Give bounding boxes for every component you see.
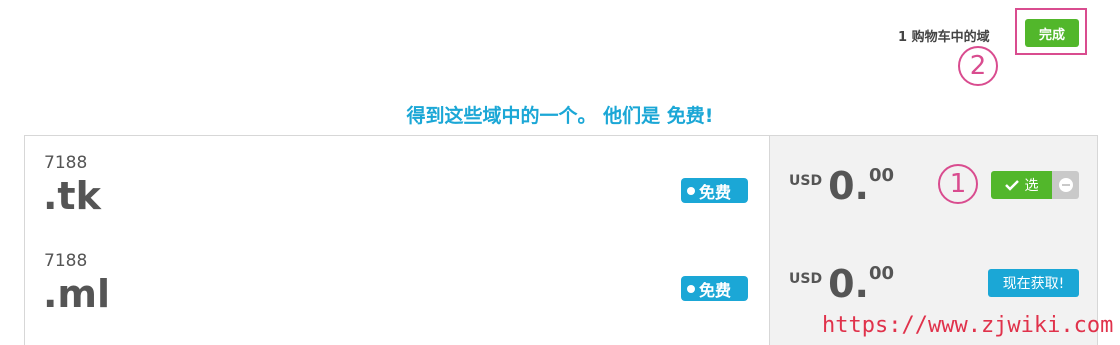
selected-button-label: 选 <box>1024 178 1039 194</box>
dot-icon <box>687 186 695 195</box>
price-whole: 0 <box>828 164 855 208</box>
price-cents: 00 <box>868 165 895 186</box>
table-row: 7188 .tk 免费 USD 0.00 选 <box>25 136 1097 235</box>
price-whole: 0 <box>828 262 855 306</box>
free-badge-label: 免费 <box>699 182 732 202</box>
get-now-button[interactable]: 现在获取! <box>988 269 1079 297</box>
domain-count: 7188 <box>44 251 88 271</box>
select-control: 选 <box>991 171 1079 199</box>
price-separator: . <box>854 164 869 208</box>
domain-info-cell: 7188 .tk 免费 <box>25 136 770 234</box>
price-separator: . <box>854 262 869 306</box>
watermark-url: https://www.zjwiki.com <box>822 313 1114 338</box>
currency: USD <box>789 271 823 287</box>
domain-info-cell: 7188 .ml 免费 <box>25 234 770 332</box>
currency: USD <box>789 173 823 189</box>
domain-tld: .tk <box>43 174 101 218</box>
remove-button[interactable] <box>1052 171 1079 199</box>
selected-button[interactable]: 选 <box>991 171 1052 199</box>
checkmark-icon <box>1004 180 1019 191</box>
price: USD 0.00 <box>789 164 894 208</box>
page-headline: 得到这些域中的一个。 他们是 免费! <box>406 105 714 127</box>
free-badge-label: 免费 <box>699 280 732 300</box>
price-cents: 00 <box>868 263 895 284</box>
price-cell: USD 0.00 选 <box>770 136 1097 234</box>
annotation-1: 1 <box>938 164 978 204</box>
domain-tld: .ml <box>43 272 111 316</box>
cart-count: 1 购物车中的域 <box>898 30 990 45</box>
free-badge: 免费 <box>681 276 748 301</box>
watermark: https://www.zjwiki.com <box>822 310 1113 338</box>
domain-count: 7188 <box>44 153 88 173</box>
done-button[interactable]: 完成 <box>1025 19 1079 47</box>
free-badge: 免费 <box>681 178 748 203</box>
domain-info-cell <box>25 332 770 345</box>
annotation-2: 2 <box>958 46 998 86</box>
minus-circle-icon <box>1058 178 1073 192</box>
dot-icon <box>687 284 695 293</box>
price: USD 0.00 <box>789 262 894 306</box>
